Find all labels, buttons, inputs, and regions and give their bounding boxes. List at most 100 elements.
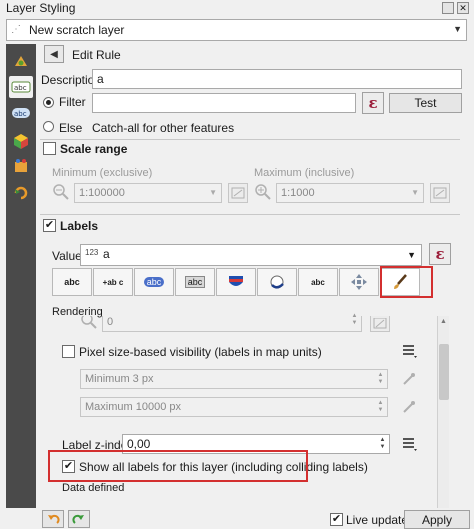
expression-icon: ε	[435, 245, 445, 263]
filter-radio[interactable]	[43, 97, 54, 108]
value-type-badge: 123	[85, 248, 99, 257]
data-defined-icon	[403, 438, 417, 451]
tab-text[interactable]: abc	[52, 268, 92, 296]
scale-range-label: Scale range	[60, 142, 128, 156]
filter-input[interactable]	[92, 93, 356, 113]
zindex-value: 0,00	[127, 437, 151, 451]
description-value: a	[97, 72, 104, 86]
scale-range-checkbox[interactable]	[43, 142, 56, 155]
data-defined-label: Data defined	[62, 482, 125, 494]
undo-button[interactable]	[42, 510, 64, 528]
else-hint: Catch-all for other features	[92, 121, 235, 135]
back-button[interactable]: ◀	[44, 45, 64, 63]
style-sidebar: abc abc	[6, 44, 36, 524]
svg-text:abc: abc	[14, 84, 27, 92]
apply-button[interactable]: Apply	[404, 510, 470, 529]
min-scale-value: 1:100000	[79, 187, 125, 199]
zoom-current-button[interactable]	[370, 316, 390, 332]
zoom-in-icon	[254, 183, 274, 203]
svg-text:abc: abc	[14, 110, 27, 118]
description-input[interactable]: a	[92, 69, 462, 89]
tab-callouts[interactable]: abc	[298, 268, 338, 296]
else-radio[interactable]	[43, 121, 54, 132]
panel-scrollbar[interactable]: ▲	[437, 316, 449, 510]
apply-button-label: Apply	[421, 512, 453, 527]
shield-icon	[229, 276, 243, 286]
scratch-layer-icon: ⋰	[11, 24, 21, 35]
redo-button[interactable]	[68, 510, 90, 528]
labels-checkbox[interactable]: ✔	[43, 219, 56, 232]
scroll-up-icon[interactable]: ▲	[440, 318, 447, 325]
data-defined-button[interactable]	[400, 343, 418, 359]
max-scale-current-button[interactable]	[430, 183, 450, 203]
max-px-spinbox[interactable]: Maximum 10000 px ▲ ▼	[80, 397, 388, 417]
shadow-icon	[270, 275, 284, 289]
close-button[interactable]: ✕	[457, 2, 469, 14]
layer-select[interactable]: ⋰ New scratch layer ▼	[6, 19, 467, 41]
zoom-spinbox[interactable]: 0 ▲ ▼	[102, 313, 362, 332]
data-defined-icon	[403, 401, 415, 413]
abc-icon: abc	[12, 108, 30, 118]
zoom-out-icon	[52, 183, 72, 203]
min-scale-current-button[interactable]	[228, 183, 248, 203]
tab-buffer[interactable]: abc	[134, 268, 174, 296]
history-tab[interactable]	[9, 182, 33, 204]
map-scale-icon	[373, 317, 387, 328]
min-scale-label: Minimum (exclusive)	[52, 167, 153, 179]
test-button[interactable]: Test	[389, 93, 462, 113]
data-defined-button[interactable]	[400, 371, 418, 387]
fields-tab[interactable]	[9, 156, 33, 178]
labels-icon: abc	[11, 81, 31, 93]
tab-placement[interactable]	[339, 268, 379, 296]
formatting-icon: +ab c	[102, 277, 124, 287]
chevron-down-icon: ▼	[453, 24, 462, 34]
data-defined-icon	[403, 345, 417, 358]
max-scale-combo[interactable]: 1:1000 ▼	[276, 183, 424, 203]
data-defined-button[interactable]	[400, 399, 418, 415]
symbology-tab[interactable]	[9, 50, 33, 72]
pixel-size-checkbox[interactable]	[62, 345, 75, 358]
tab-formatting[interactable]: +ab c	[93, 268, 133, 296]
label-settings-tabs: abc +ab c abc abc abc	[52, 268, 432, 298]
tab-mask[interactable]	[216, 268, 256, 296]
live-update-checkbox[interactable]: ✔	[330, 513, 343, 526]
data-defined-button[interactable]	[400, 436, 418, 452]
3d-view-tab[interactable]	[9, 130, 33, 152]
spin-arrows-icon: ▲ ▼	[377, 372, 384, 385]
labels-tab[interactable]: abc	[9, 76, 33, 98]
paint-icon	[15, 56, 27, 66]
show-all-labels-highlight	[48, 450, 308, 482]
min-scale-combo[interactable]: 1:100000 ▼	[74, 183, 222, 203]
value-expression-button[interactable]: ε	[429, 243, 451, 265]
fields-icon	[15, 159, 27, 172]
chevron-down-icon: ▼	[411, 188, 419, 197]
label-value-combo[interactable]: 123 a ▼	[80, 244, 422, 266]
masks-tab[interactable]: abc	[9, 102, 33, 124]
float-button[interactable]	[442, 2, 454, 14]
tab-background[interactable]: abc	[175, 268, 215, 296]
value-label: Value	[52, 249, 82, 263]
filter-label: Filter	[59, 95, 86, 109]
min-px-spinbox[interactable]: Minimum 3 px ▲ ▼	[80, 369, 388, 389]
spin-arrows-icon: ▲ ▼	[351, 313, 358, 326]
text-icon: abc	[64, 277, 80, 287]
scrollbar-thumb[interactable]	[439, 344, 449, 400]
max-scale-label: Maximum (inclusive)	[254, 167, 355, 179]
redo-icon	[72, 514, 84, 524]
chevron-down-icon: ▼	[209, 188, 217, 197]
cube-3d-icon	[14, 134, 28, 149]
layer-select-value: New scratch layer	[29, 23, 125, 37]
divider	[40, 139, 460, 140]
max-px-value: Maximum 10000 px	[85, 401, 181, 413]
else-label: Else	[59, 121, 83, 135]
undo-icon	[48, 514, 60, 524]
tab-shadow[interactable]	[257, 268, 297, 296]
zoom-spinbox-value: 0	[107, 316, 114, 328]
edit-rule-title: Edit Rule	[72, 48, 121, 62]
checkmark-icon: ✔	[44, 219, 55, 231]
data-defined-icon	[403, 373, 415, 385]
back-arrow-icon: ◀	[50, 48, 58, 60]
filter-expression-button[interactable]: ε	[362, 92, 384, 114]
background-icon: abc	[184, 276, 206, 288]
divider	[40, 214, 460, 215]
